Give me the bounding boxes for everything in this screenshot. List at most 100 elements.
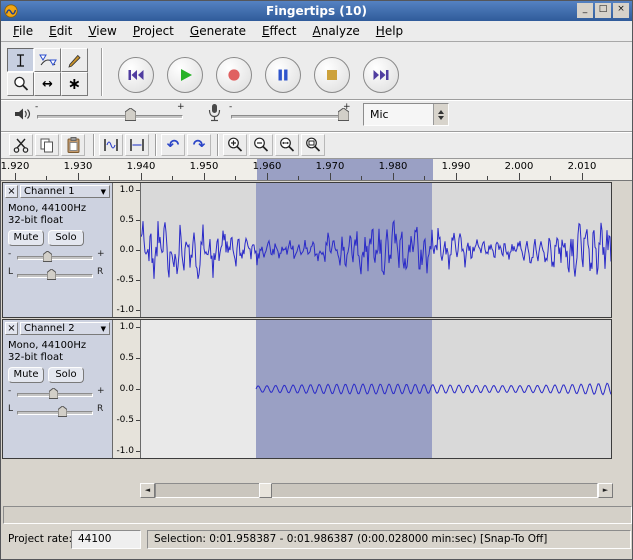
maximize-button[interactable]: □ <box>595 3 611 18</box>
magnifier-icon <box>12 75 30 93</box>
pan-right-label: R <box>97 267 103 277</box>
minimize-button[interactable]: _ <box>577 3 593 18</box>
paste-button[interactable] <box>61 134 85 156</box>
output-volume-slider[interactable] <box>37 115 183 119</box>
ruler-tick <box>519 173 520 180</box>
stop-icon <box>321 64 343 86</box>
scissors-icon <box>12 136 30 154</box>
ruler-label: 1.920 <box>1 161 37 172</box>
track1-mute-button[interactable]: Mute <box>8 230 44 246</box>
track2-title-menu[interactable]: Channel 2 ▼ <box>20 322 110 335</box>
silence-selection-button[interactable] <box>125 134 149 156</box>
track1-title-menu[interactable]: Channel 1 ▼ <box>20 185 110 198</box>
envelope-tool-button[interactable] <box>34 48 61 72</box>
zoom-in-button[interactable] <box>223 134 247 156</box>
scrollbar-thumb[interactable] <box>259 483 272 498</box>
title-bar[interactable]: Fingertips (10) _ □ × <box>1 1 632 21</box>
skip-to-end-button[interactable] <box>363 57 399 93</box>
menu-project[interactable]: Project <box>125 21 182 41</box>
menu-generate[interactable]: Generate <box>182 21 254 41</box>
output-volume-thumb[interactable] <box>125 108 136 121</box>
trim-icon <box>102 136 120 154</box>
redo-button[interactable]: ↷ <box>187 134 211 156</box>
chevron-down-icon: ▼ <box>101 188 106 196</box>
gain-max-label: + <box>97 386 105 396</box>
envelope-icon <box>39 52 57 68</box>
track1-gain-thumb[interactable] <box>43 251 52 262</box>
track2-mute-button[interactable]: Mute <box>8 367 44 383</box>
scale-label: -1.0 <box>116 305 134 315</box>
track2-format-label: Mono, 44100Hz <box>8 340 86 351</box>
play-icon <box>174 64 196 86</box>
toolbar-row-separator <box>1 131 633 133</box>
ruler-label: 1.930 <box>56 161 100 172</box>
menu-view[interactable]: View <box>80 21 124 41</box>
scroll-left-button[interactable]: ◄ <box>140 483 155 498</box>
track1-vertical-ruler[interactable]: 1.0 0.5 0.0 -0.5 -1.0 <box>113 183 141 317</box>
ruler-tick <box>582 173 583 180</box>
stop-button[interactable] <box>314 57 350 93</box>
track1-gain-slider[interactable] <box>17 256 93 260</box>
output-volume-min-label: - <box>35 102 38 112</box>
play-button[interactable] <box>167 57 203 93</box>
timeshift-tool-button[interactable]: ↔ <box>34 72 61 96</box>
trim-outside-button[interactable] <box>99 134 123 156</box>
track1-solo-button[interactable]: Solo <box>48 230 84 246</box>
silence-icon <box>128 136 146 154</box>
track2-solo-button[interactable]: Solo <box>48 367 84 383</box>
undo-button[interactable]: ↶ <box>161 134 185 156</box>
track1-waveform-display[interactable] <box>141 183 611 317</box>
ruler-tick <box>15 173 16 180</box>
pause-button[interactable] <box>265 57 301 93</box>
record-button[interactable] <box>216 57 252 93</box>
copy-button[interactable] <box>35 134 59 156</box>
input-volume-slider[interactable] <box>231 115 347 119</box>
ruler-tick <box>267 173 268 180</box>
menu-analyze[interactable]: Analyze <box>305 21 368 41</box>
track2-gain-thumb[interactable] <box>49 388 58 399</box>
menu-edit[interactable]: Edit <box>41 21 80 41</box>
ruler-tick <box>235 176 236 180</box>
zoom-out-button[interactable] <box>249 134 273 156</box>
scale-label: 1.0 <box>120 185 134 195</box>
toolbar-row-separator <box>1 99 633 101</box>
ruler-tick <box>109 176 110 180</box>
spinner-icon[interactable] <box>433 104 448 125</box>
zoom-tool-button[interactable] <box>7 72 34 96</box>
scale-label: 0.0 <box>120 384 134 394</box>
toolbar-area: ↔ ∗ <box>1 42 633 159</box>
input-volume-thumb[interactable] <box>338 108 349 121</box>
track1-waveform <box>141 183 611 317</box>
track2-waveform-display[interactable] <box>141 320 611 458</box>
menu-help[interactable]: Help <box>368 21 411 41</box>
scroll-right-button[interactable]: ► <box>598 483 613 498</box>
multi-tool-button[interactable]: ∗ <box>61 72 88 96</box>
gain-min-label: - <box>8 249 11 259</box>
draw-tool-button[interactable] <box>61 48 88 72</box>
horizontal-scrollbar[interactable] <box>155 483 598 498</box>
selection-tool-button[interactable] <box>7 48 34 72</box>
track1-control-panel: × Channel 1 ▼ Mono, 44100Hz 32-bit float… <box>3 183 113 317</box>
speaker-icon <box>13 106 32 122</box>
track2-vertical-ruler[interactable]: 1.0 0.5 0.0 -0.5 -1.0 <box>113 320 141 458</box>
track2-pan-thumb[interactable] <box>58 406 67 417</box>
ruler-label: 2.010 <box>560 161 604 172</box>
track2-pan-slider[interactable] <box>17 411 93 415</box>
skip-to-start-button[interactable] <box>118 57 154 93</box>
fit-project-button[interactable] <box>301 134 325 156</box>
pencil-icon <box>66 52 84 69</box>
track2-close-button[interactable]: × <box>5 322 18 335</box>
fit-selection-button[interactable] <box>275 134 299 156</box>
timeline-ruler[interactable]: 1.920 1.930 1.940 1.950 1.960 1.970 1.98… <box>1 159 633 181</box>
cut-button[interactable] <box>9 134 33 156</box>
close-button[interactable]: × <box>613 3 629 18</box>
track1-pan-thumb[interactable] <box>47 269 56 280</box>
menu-file[interactable]: File <box>5 21 41 41</box>
input-source-select[interactable]: Mic <box>363 103 449 126</box>
pause-icon <box>272 64 294 86</box>
menu-effect[interactable]: Effect <box>254 21 305 41</box>
ruler-tick <box>550 176 551 180</box>
track1-close-button[interactable]: × <box>5 185 18 198</box>
selection-status: Selection: 0:01.958387 - 0:01.986387 (0:… <box>147 530 631 549</box>
scale-label: -0.5 <box>116 275 134 285</box>
